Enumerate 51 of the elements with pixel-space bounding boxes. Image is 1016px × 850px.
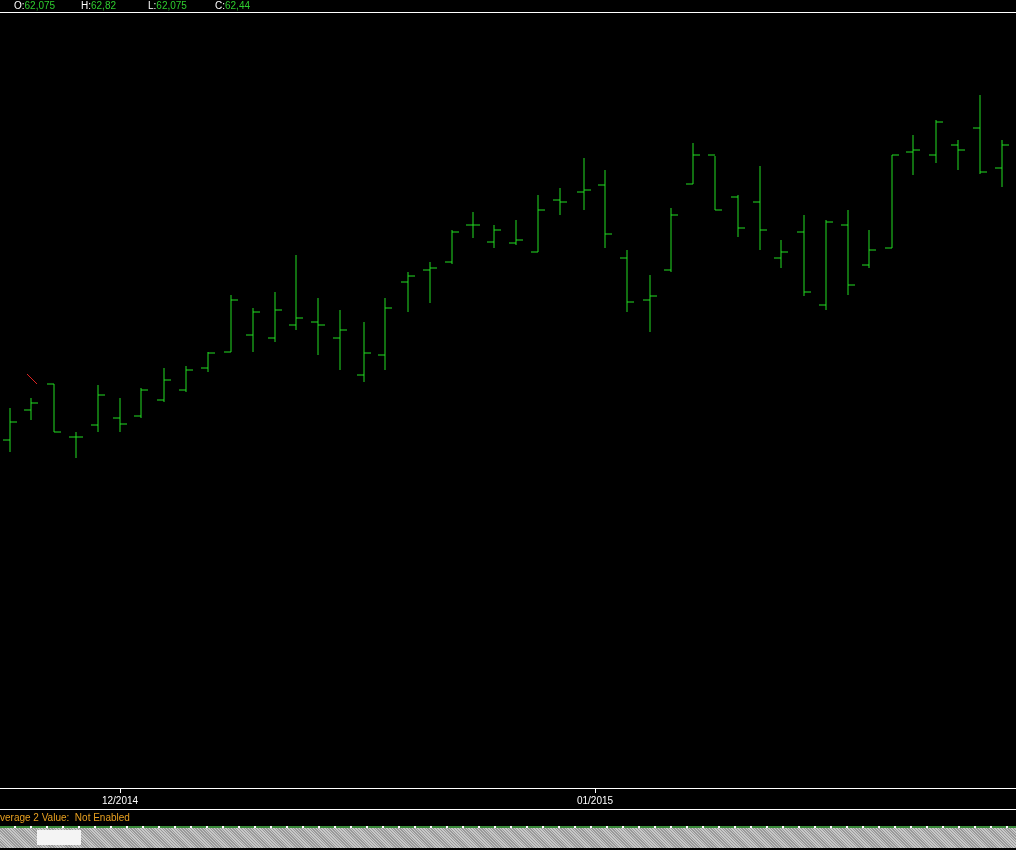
price-bar	[310, 297, 326, 356]
price-bar	[530, 194, 546, 253]
price-bar	[905, 134, 921, 176]
price-bar	[773, 239, 789, 269]
price-bar	[267, 291, 283, 343]
price-bar	[552, 187, 568, 216]
quote-label: O:	[14, 0, 25, 12]
price-bar	[112, 397, 128, 433]
quote-value: 62,82	[91, 0, 117, 12]
price-bar	[508, 219, 524, 246]
price-bar	[400, 271, 416, 313]
price-bar	[178, 365, 194, 393]
price-bar	[200, 351, 216, 373]
price-bar	[619, 249, 635, 313]
price-bar	[663, 207, 679, 273]
price-bar	[642, 274, 658, 333]
price-bar	[486, 224, 502, 249]
price-bar	[68, 431, 84, 459]
price-bar	[356, 321, 372, 383]
price-bar	[2, 407, 18, 453]
price-bar	[245, 307, 261, 353]
quote-label: C:	[215, 0, 225, 12]
price-bar	[23, 397, 39, 421]
axis-label: 01/2015	[576, 795, 614, 807]
quote-label: L:	[148, 0, 157, 12]
price-bar	[950, 139, 966, 171]
price-bar	[422, 261, 438, 304]
price-bar	[90, 384, 106, 433]
scrollbar-track[interactable]	[0, 828, 1016, 848]
price-bar	[465, 211, 481, 239]
quote-value: 62,075	[24, 0, 56, 12]
quote-value: 62,44	[225, 0, 251, 12]
price-bar	[156, 367, 172, 403]
price-bar	[332, 309, 348, 371]
price-bar	[576, 157, 592, 211]
price-bar	[444, 229, 460, 265]
price-bar	[223, 294, 239, 353]
price-bar	[730, 194, 746, 238]
price-bar	[46, 383, 62, 433]
price-bar	[707, 154, 723, 211]
quote-value: 62,075	[156, 0, 187, 12]
price-bar	[685, 142, 701, 185]
status-text: verage 2 Value: Not Enabled	[0, 812, 130, 824]
trend-mark	[26, 373, 38, 385]
quote-label: H:	[81, 0, 91, 12]
price-bar	[928, 119, 944, 164]
axis-label: 12/2014	[101, 795, 139, 807]
scrollbar-thumb[interactable]	[37, 830, 81, 845]
price-bar	[861, 229, 877, 269]
price-bar	[133, 387, 149, 419]
price-bar	[994, 139, 1010, 188]
